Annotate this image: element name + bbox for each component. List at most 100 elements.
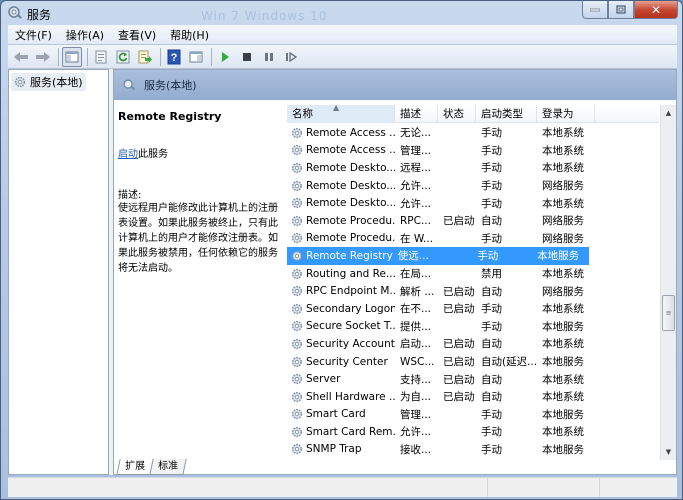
menu-help[interactable]: 帮助(H) (163, 27, 216, 43)
service-row[interactable]: Remote Deskto... 远程... 手动 本地系统 (287, 159, 659, 177)
service-gear-icon (290, 143, 306, 157)
help-button[interactable]: ? (164, 47, 184, 67)
minimize-icon (590, 8, 600, 11)
service-row[interactable]: Remote Registry 使远... 手动 本地服务 (287, 247, 589, 265)
service-row[interactable]: Server 支持... 已启动 自动 本地系统 (287, 370, 659, 388)
service-description: 为自... (400, 391, 432, 404)
show-hide-console-tree-icon (65, 51, 79, 62)
export-list-button[interactable] (135, 47, 155, 67)
service-row[interactable]: Remote Procedu... RPC... 已启动 自动 网络服务 (287, 212, 659, 230)
service-status: 已启动 (443, 285, 475, 298)
pause-service-button[interactable] (259, 47, 279, 67)
service-row[interactable]: Routing and Re... 在局... 禁用 本地系统 (287, 265, 659, 283)
tree-item-label: 服务(本地) (30, 76, 83, 89)
start-service-link[interactable]: 启动 (118, 149, 138, 160)
tab-standard[interactable]: 标准 (149, 459, 187, 475)
show-hide-action-pane-button[interactable] (186, 47, 206, 67)
service-row[interactable]: Secure Socket T... 提供... 手动 本地服务 (287, 318, 659, 336)
menu-view[interactable]: 查看(V) (111, 27, 163, 43)
service-row[interactable]: Remote Deskto... 允许... 手动 网络服务 (287, 177, 659, 195)
toolbar-separator (160, 47, 161, 66)
service-row[interactable]: Remote Deskto... 允许... 手动 本地系统 (287, 194, 659, 212)
tab-extended-label: 扩展 (125, 461, 146, 472)
grip-icon: ≡ (665, 309, 672, 317)
service-status: 已启动 (443, 338, 475, 351)
start-service-button[interactable] (215, 47, 235, 67)
service-gear-icon (290, 179, 306, 193)
close-button[interactable]: ✕ (634, 1, 678, 19)
service-name-text: Security Account... (306, 337, 395, 350)
service-description: 允许... (400, 426, 432, 439)
service-startup-type: 自动 (481, 215, 502, 228)
tab-extended[interactable]: 扩展 (116, 459, 154, 475)
forward-button[interactable] (33, 47, 53, 67)
minimize-button[interactable] (582, 1, 608, 19)
menu-file[interactable]: 文件(F) (8, 27, 59, 43)
service-row[interactable]: Smart Card 管理... 手动 本地服务 (287, 406, 659, 424)
service-startup-type: 手动 (481, 197, 502, 210)
export-list-icon (138, 50, 152, 63)
services-pane: 服务(本地) Remote Registry 启动此服务 描述: 使远程用户能修… (113, 69, 677, 475)
service-description: 远程... (400, 162, 432, 175)
tree-item-services-local[interactable]: 服务(本地) (11, 73, 86, 91)
service-name: Smart Card (287, 407, 395, 421)
service-name: RPC Endpoint M... (287, 284, 395, 298)
start-service-line: 启动此服务 (118, 145, 283, 160)
column-header-logon-as[interactable]: 登录为 (537, 105, 595, 123)
properties-button[interactable] (91, 47, 111, 67)
column-header-name[interactable]: ▲ 名称 (287, 103, 395, 123)
back-button[interactable] (11, 47, 31, 67)
close-icon: ✕ (650, 2, 662, 17)
service-row[interactable]: Security Account... 启动... 已启动 自动 本地系统 (287, 335, 659, 353)
service-row[interactable]: Shell Hardware ... 为自... 已启动 自动 本地系统 (287, 388, 659, 406)
service-row[interactable]: Smart Card Rem... 允许... 手动 本地系统 (287, 423, 659, 441)
service-name: Remote Access ... (287, 143, 395, 157)
column-header-status[interactable]: 状态 (438, 105, 476, 123)
tab-standard-label: 标准 (158, 461, 179, 472)
scrollbar-thumb[interactable]: ≡ (662, 295, 675, 331)
service-name-text: Remote Procedu... (306, 214, 395, 227)
column-header-description[interactable]: 描述 (395, 105, 438, 123)
service-row[interactable]: Secondary Logon 在不... 已启动 手动 本地系统 (287, 300, 659, 318)
services-list: ▲ 名称 描述 状态 启动类型 登录为 Remote Access ... 无论.… (287, 100, 676, 460)
scroll-up-button[interactable]: ▲ (661, 105, 676, 121)
service-name-text: Secondary Logon (306, 302, 395, 315)
service-row[interactable]: Security Center WSC... 已启动 自动(延迟... 本地服务 (287, 353, 659, 371)
services-window: 服务 Win 7 Windows 10 ✕ 文件(F) 操作(A) 查看(V) … (0, 0, 683, 500)
toolbar-separator (87, 47, 88, 66)
maximize-button[interactable] (608, 1, 634, 19)
service-description: 解析 ... (400, 285, 435, 298)
service-name-text: Remote Deskto... (306, 179, 395, 192)
service-startup-type: 手动 (481, 426, 502, 439)
service-logon-as: 本地系统 (542, 197, 584, 210)
service-row[interactable]: RPC Endpoint M... 解析 ... 已启动 自动 网络服务 (287, 282, 659, 300)
service-row[interactable]: Remote Access ... 无论... 手动 本地系统 (287, 124, 659, 142)
service-gear-icon (290, 302, 306, 316)
service-logon-as: 本地系统 (542, 391, 584, 404)
service-name: Security Account... (287, 337, 395, 351)
menu-action[interactable]: 操作(A) (59, 27, 111, 43)
restart-service-button[interactable] (281, 47, 301, 67)
service-startup-type: 自动(延迟... (481, 356, 537, 369)
scroll-down-icon: ▼ (665, 448, 672, 456)
service-description: WSC... (400, 355, 435, 368)
refresh-button[interactable] (113, 47, 133, 67)
column-header-startup-type[interactable]: 启动类型 (476, 105, 537, 123)
show-hide-action-pane-icon (189, 51, 203, 62)
service-row[interactable]: Remote Access ... 管理... 手动 本地系统 (287, 142, 659, 160)
service-name-text: Remote Deskto... (306, 197, 395, 210)
show-hide-console-tree-button[interactable] (62, 46, 82, 67)
stop-service-button[interactable] (237, 47, 257, 67)
service-name: Remote Procedu... (287, 231, 395, 245)
service-gear-icon (290, 355, 306, 369)
scroll-down-button[interactable]: ▼ (661, 444, 676, 460)
service-startup-type: 手动 (481, 162, 502, 175)
service-row[interactable]: Remote Procedu... 在 W... 手动 网络服务 (287, 230, 659, 248)
service-startup-type: 手动 (481, 180, 502, 193)
vertical-scrollbar[interactable]: ▲ ≡ ▼ (660, 105, 676, 460)
service-row[interactable]: SNMP Trap 接收... 手动 本地服务 (287, 441, 659, 459)
service-logon-as: 网络服务 (542, 215, 584, 228)
service-gear-icon (290, 337, 306, 351)
toolbar-separator (211, 47, 212, 66)
title-bar[interactable]: 服务 Win 7 Windows 10 ✕ (1, 1, 682, 25)
